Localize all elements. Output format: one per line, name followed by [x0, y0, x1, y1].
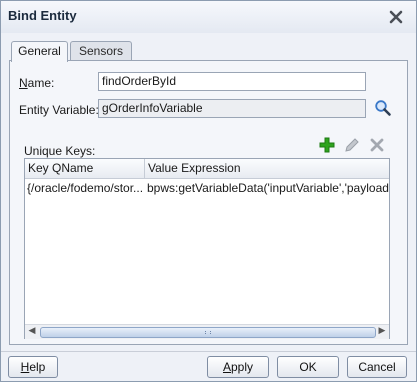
apply-button[interactable]: Apply [207, 356, 269, 378]
bind-entity-dialog: Bind Entity General Sensors Name: findOr… [0, 0, 417, 382]
delete-icon[interactable] [368, 136, 386, 154]
ok-button[interactable]: OK [277, 356, 339, 378]
apply-mnemonic: A [222, 360, 231, 374]
entity-variable-field[interactable]: gOrderInfoVariable [98, 99, 366, 118]
entity-variable-label: Entity Variable: [19, 103, 99, 117]
horizontal-scrollbar[interactable]: ◀ ▶ [25, 324, 389, 339]
table-row[interactable]: {/oracle/fodemo/stor... bpws:getVariable… [25, 179, 389, 197]
cell-key-qname[interactable]: {/oracle/fodemo/stor... [25, 179, 145, 197]
name-label: Name: [19, 76, 54, 90]
tab-sensors[interactable]: Sensors [70, 41, 132, 61]
scrollbar-thumb[interactable] [40, 327, 376, 338]
help-button[interactable]: Help [8, 356, 58, 378]
name-field[interactable]: findOrderById [98, 72, 366, 91]
cancel-button[interactable]: Cancel [347, 356, 407, 378]
name-label-mnemonic: N [19, 76, 28, 90]
scroll-right-icon[interactable]: ▶ [375, 325, 389, 339]
close-icon[interactable] [387, 8, 405, 26]
column-header-key-qname[interactable]: Key QName [25, 159, 145, 178]
apply-label-rest: pply [231, 360, 254, 374]
unique-keys-table: Key QName Value Expression {/oracle/fode… [24, 158, 390, 339]
button-separator [1, 351, 416, 352]
scroll-left-icon[interactable]: ◀ [25, 325, 39, 339]
search-icon[interactable] [374, 99, 392, 117]
name-label-rest: ame: [27, 76, 55, 90]
add-icon[interactable] [318, 136, 336, 154]
edit-icon[interactable] [343, 136, 361, 154]
dialog-title: Bind Entity [8, 8, 77, 23]
title-bar: Bind Entity [1, 1, 416, 33]
unique-keys-label: Unique Keys: [24, 144, 96, 158]
help-label-rest: elp [29, 360, 46, 374]
column-header-value-expression[interactable]: Value Expression [145, 159, 389, 178]
scrollbar-grip-icon [205, 331, 211, 334]
tab-general[interactable]: General [11, 41, 68, 62]
table-header: Key QName Value Expression [25, 159, 389, 179]
cell-value-expression[interactable]: bpws:getVariableData('inputVariable','pa… [145, 179, 389, 197]
